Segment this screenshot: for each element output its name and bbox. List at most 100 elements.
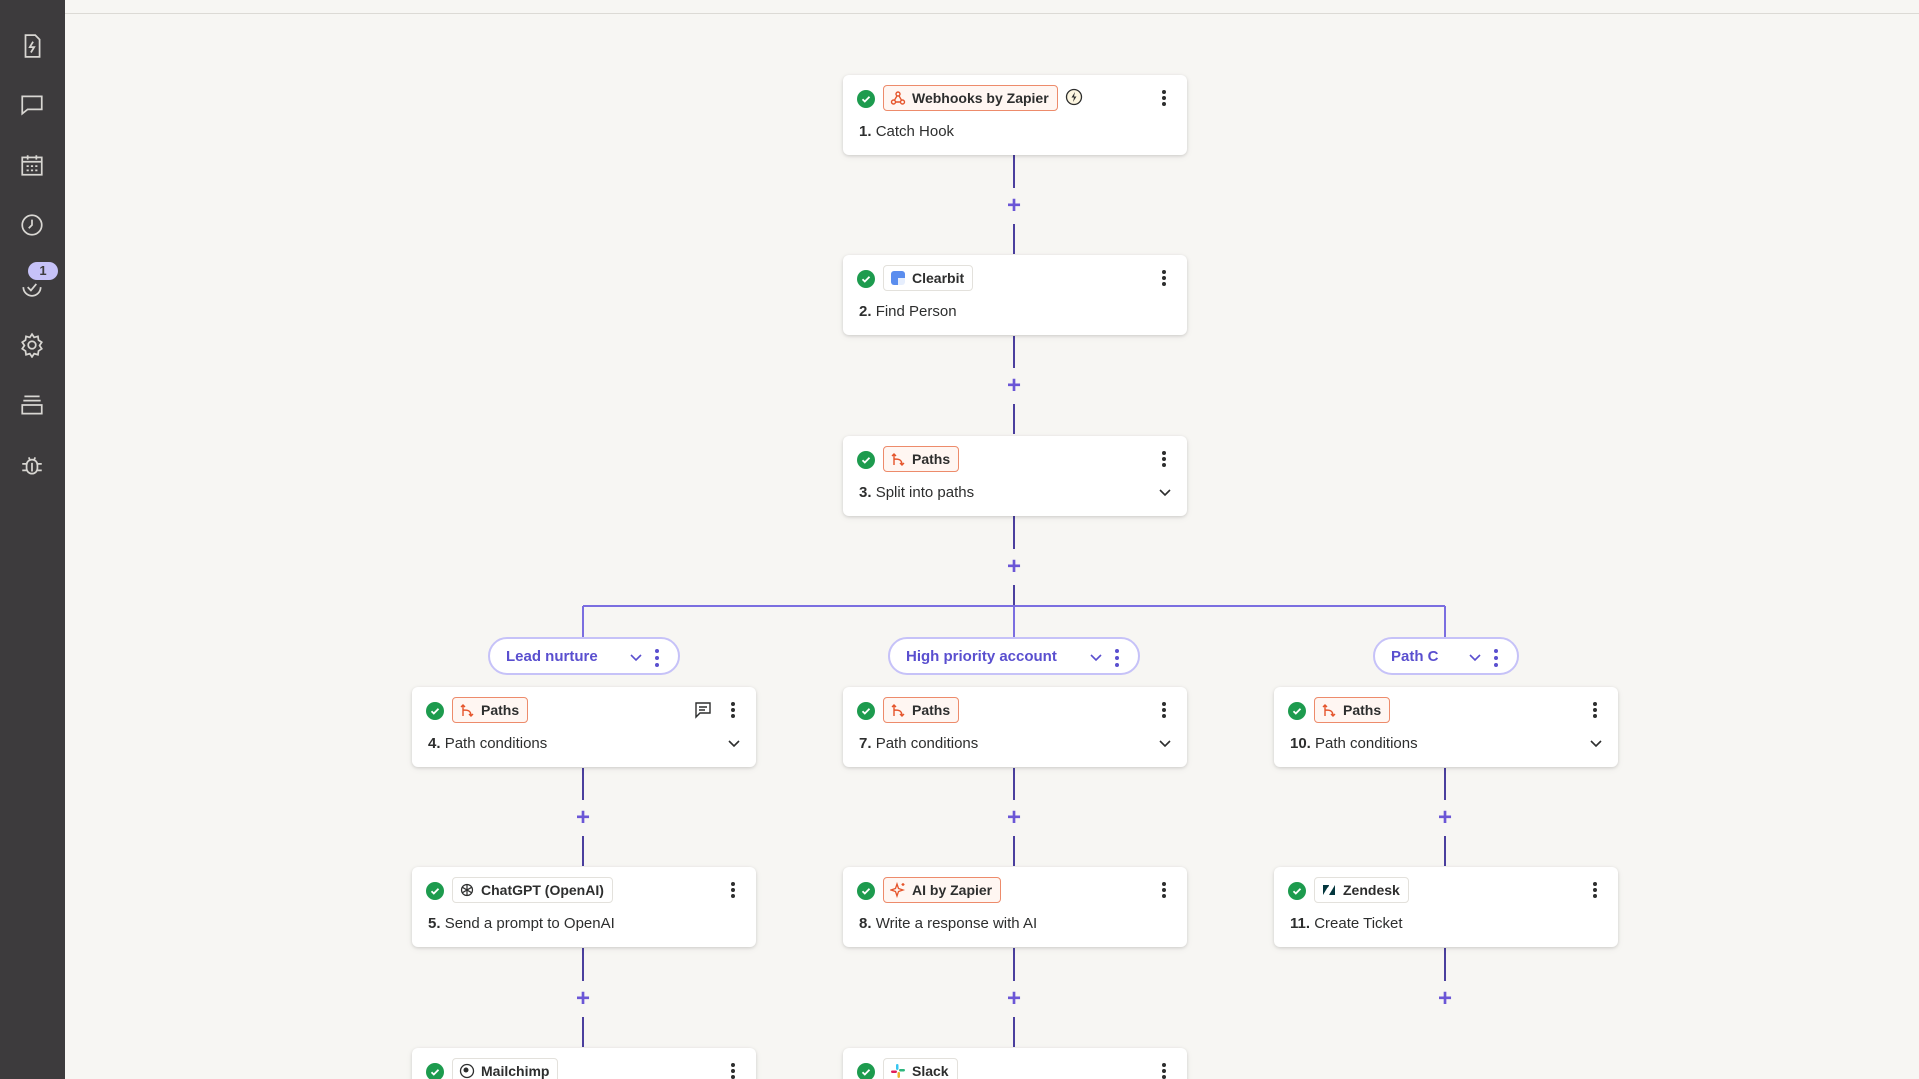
- workflow-canvas[interactable]: + + + + + + + + + Webhooks by Zapier 1. …: [65, 14, 1919, 1079]
- chevron-down-icon[interactable]: [628, 649, 644, 665]
- step-card[interactable]: AI by Zapier 8. Write a response with AI: [843, 867, 1187, 947]
- chat-icon[interactable]: [18, 91, 46, 119]
- chevron-down-icon[interactable]: [1157, 484, 1173, 500]
- add-step-button[interactable]: +: [1004, 806, 1024, 830]
- app-name: Paths: [1343, 702, 1382, 718]
- step-number: 4.: [428, 735, 441, 752]
- step-title: 3. Split into paths: [859, 484, 974, 501]
- step-card[interactable]: Mailchimp: [412, 1048, 756, 1079]
- paths-icon: [890, 451, 906, 467]
- add-step-button[interactable]: +: [1435, 806, 1455, 830]
- app-pill[interactable]: Paths: [1314, 697, 1391, 723]
- top-bar: [65, 0, 1919, 14]
- step-title: 11. Create Ticket: [1290, 915, 1403, 932]
- success-check-icon: [1288, 882, 1306, 900]
- more-options-icon[interactable]: [654, 649, 660, 667]
- app-pill[interactable]: AI by Zapier: [883, 877, 1002, 903]
- add-step-button[interactable]: +: [573, 987, 593, 1011]
- chevron-down-icon[interactable]: [1588, 735, 1604, 751]
- step-title: 5. Send a prompt to OpenAI: [428, 915, 615, 932]
- trigger-bolt-icon: [1065, 88, 1083, 106]
- add-step-button[interactable]: +: [1004, 987, 1024, 1011]
- success-check-icon: [857, 1063, 875, 1079]
- notification-badge: 1: [28, 262, 58, 280]
- sidebar: 1: [0, 0, 65, 1079]
- step-card[interactable]: Clearbit 2. Find Person: [843, 255, 1187, 335]
- more-options-icon[interactable]: [728, 699, 738, 721]
- calendar-icon[interactable]: [18, 151, 46, 179]
- more-options-icon[interactable]: [1159, 267, 1169, 289]
- step-card[interactable]: Slack: [843, 1048, 1187, 1079]
- success-check-icon: [857, 882, 875, 900]
- more-options-icon[interactable]: [1590, 699, 1600, 721]
- comment-icon[interactable]: [694, 701, 712, 719]
- app-pill[interactable]: Mailchimp: [452, 1058, 559, 1079]
- more-options-icon[interactable]: [728, 879, 738, 901]
- add-step-button[interactable]: +: [1004, 555, 1024, 579]
- app-pill[interactable]: Paths: [452, 697, 529, 723]
- app-name: Zendesk: [1343, 882, 1400, 898]
- add-step-button[interactable]: +: [1004, 374, 1024, 398]
- app-name: Paths: [912, 451, 951, 467]
- step-name: Write a response with AI: [875, 915, 1038, 932]
- app-name: Mailchimp: [481, 1063, 550, 1079]
- chevron-down-icon[interactable]: [726, 735, 742, 751]
- success-check-icon: [857, 451, 875, 469]
- app-name: Slack: [912, 1063, 949, 1079]
- step-card[interactable]: ChatGPT (OpenAI) 5. Send a prompt to Ope…: [412, 867, 756, 947]
- app-name: ChatGPT (OpenAI): [481, 882, 604, 898]
- step-number: 1.: [859, 123, 872, 140]
- step-name: Path conditions: [875, 735, 979, 752]
- step-number: 8.: [859, 915, 872, 932]
- step-title: 4. Path conditions: [428, 735, 547, 752]
- settings-icon[interactable]: [18, 331, 46, 359]
- success-check-icon: [857, 270, 875, 288]
- path-label-pill[interactable]: High priority account: [888, 637, 1140, 675]
- more-options-icon[interactable]: [1159, 879, 1169, 901]
- step-name: Catch Hook: [875, 123, 955, 140]
- success-check-icon: [857, 702, 875, 720]
- chevron-down-icon[interactable]: [1157, 735, 1173, 751]
- app-pill[interactable]: Clearbit: [883, 265, 974, 291]
- step-card[interactable]: Paths 10. Path conditions: [1274, 687, 1618, 767]
- path-label-pill[interactable]: Path C: [1373, 637, 1519, 675]
- add-step-button[interactable]: +: [573, 806, 593, 830]
- step-title: 1. Catch Hook: [859, 123, 954, 140]
- step-number: 5.: [428, 915, 441, 932]
- app-pill[interactable]: Paths: [883, 446, 960, 472]
- more-options-icon[interactable]: [1114, 649, 1120, 667]
- more-options-icon[interactable]: [1493, 649, 1499, 667]
- app-pill[interactable]: Zendesk: [1314, 877, 1409, 903]
- success-check-icon: [426, 1063, 444, 1079]
- bug-icon[interactable]: [18, 451, 46, 479]
- history-icon[interactable]: [18, 211, 46, 239]
- layers-icon[interactable]: [18, 391, 46, 419]
- path-name: Path C: [1391, 647, 1439, 665]
- step-card[interactable]: Webhooks by Zapier 1. Catch Hook: [843, 75, 1187, 155]
- app-name: Webhooks by Zapier: [912, 90, 1049, 106]
- app-pill[interactable]: Webhooks by Zapier: [883, 85, 1058, 111]
- more-options-icon[interactable]: [1590, 879, 1600, 901]
- step-card[interactable]: Paths 7. Path conditions: [843, 687, 1187, 767]
- success-check-icon: [426, 882, 444, 900]
- more-options-icon[interactable]: [1159, 448, 1169, 470]
- path-label-pill[interactable]: Lead nurture: [488, 637, 680, 675]
- more-options-icon[interactable]: [728, 1060, 738, 1079]
- zap-file-icon[interactable]: [18, 32, 46, 60]
- chevron-down-icon[interactable]: [1088, 649, 1104, 665]
- more-options-icon[interactable]: [1159, 87, 1169, 109]
- step-card[interactable]: Paths 4. Path conditions: [412, 687, 756, 767]
- step-number: 10.: [1290, 735, 1311, 752]
- step-card[interactable]: Paths 3. Split into paths: [843, 436, 1187, 516]
- app-pill[interactable]: Paths: [883, 697, 960, 723]
- chevron-down-icon[interactable]: [1467, 649, 1483, 665]
- step-title: 8. Write a response with AI: [859, 915, 1037, 932]
- mailchimp-icon: [459, 1063, 475, 1079]
- add-step-button[interactable]: +: [1435, 987, 1455, 1011]
- more-options-icon[interactable]: [1159, 1060, 1169, 1079]
- app-pill[interactable]: Slack: [883, 1058, 958, 1079]
- step-card[interactable]: Zendesk 11. Create Ticket: [1274, 867, 1618, 947]
- more-options-icon[interactable]: [1159, 699, 1169, 721]
- app-pill[interactable]: ChatGPT (OpenAI): [452, 877, 613, 903]
- add-step-button[interactable]: +: [1004, 194, 1024, 218]
